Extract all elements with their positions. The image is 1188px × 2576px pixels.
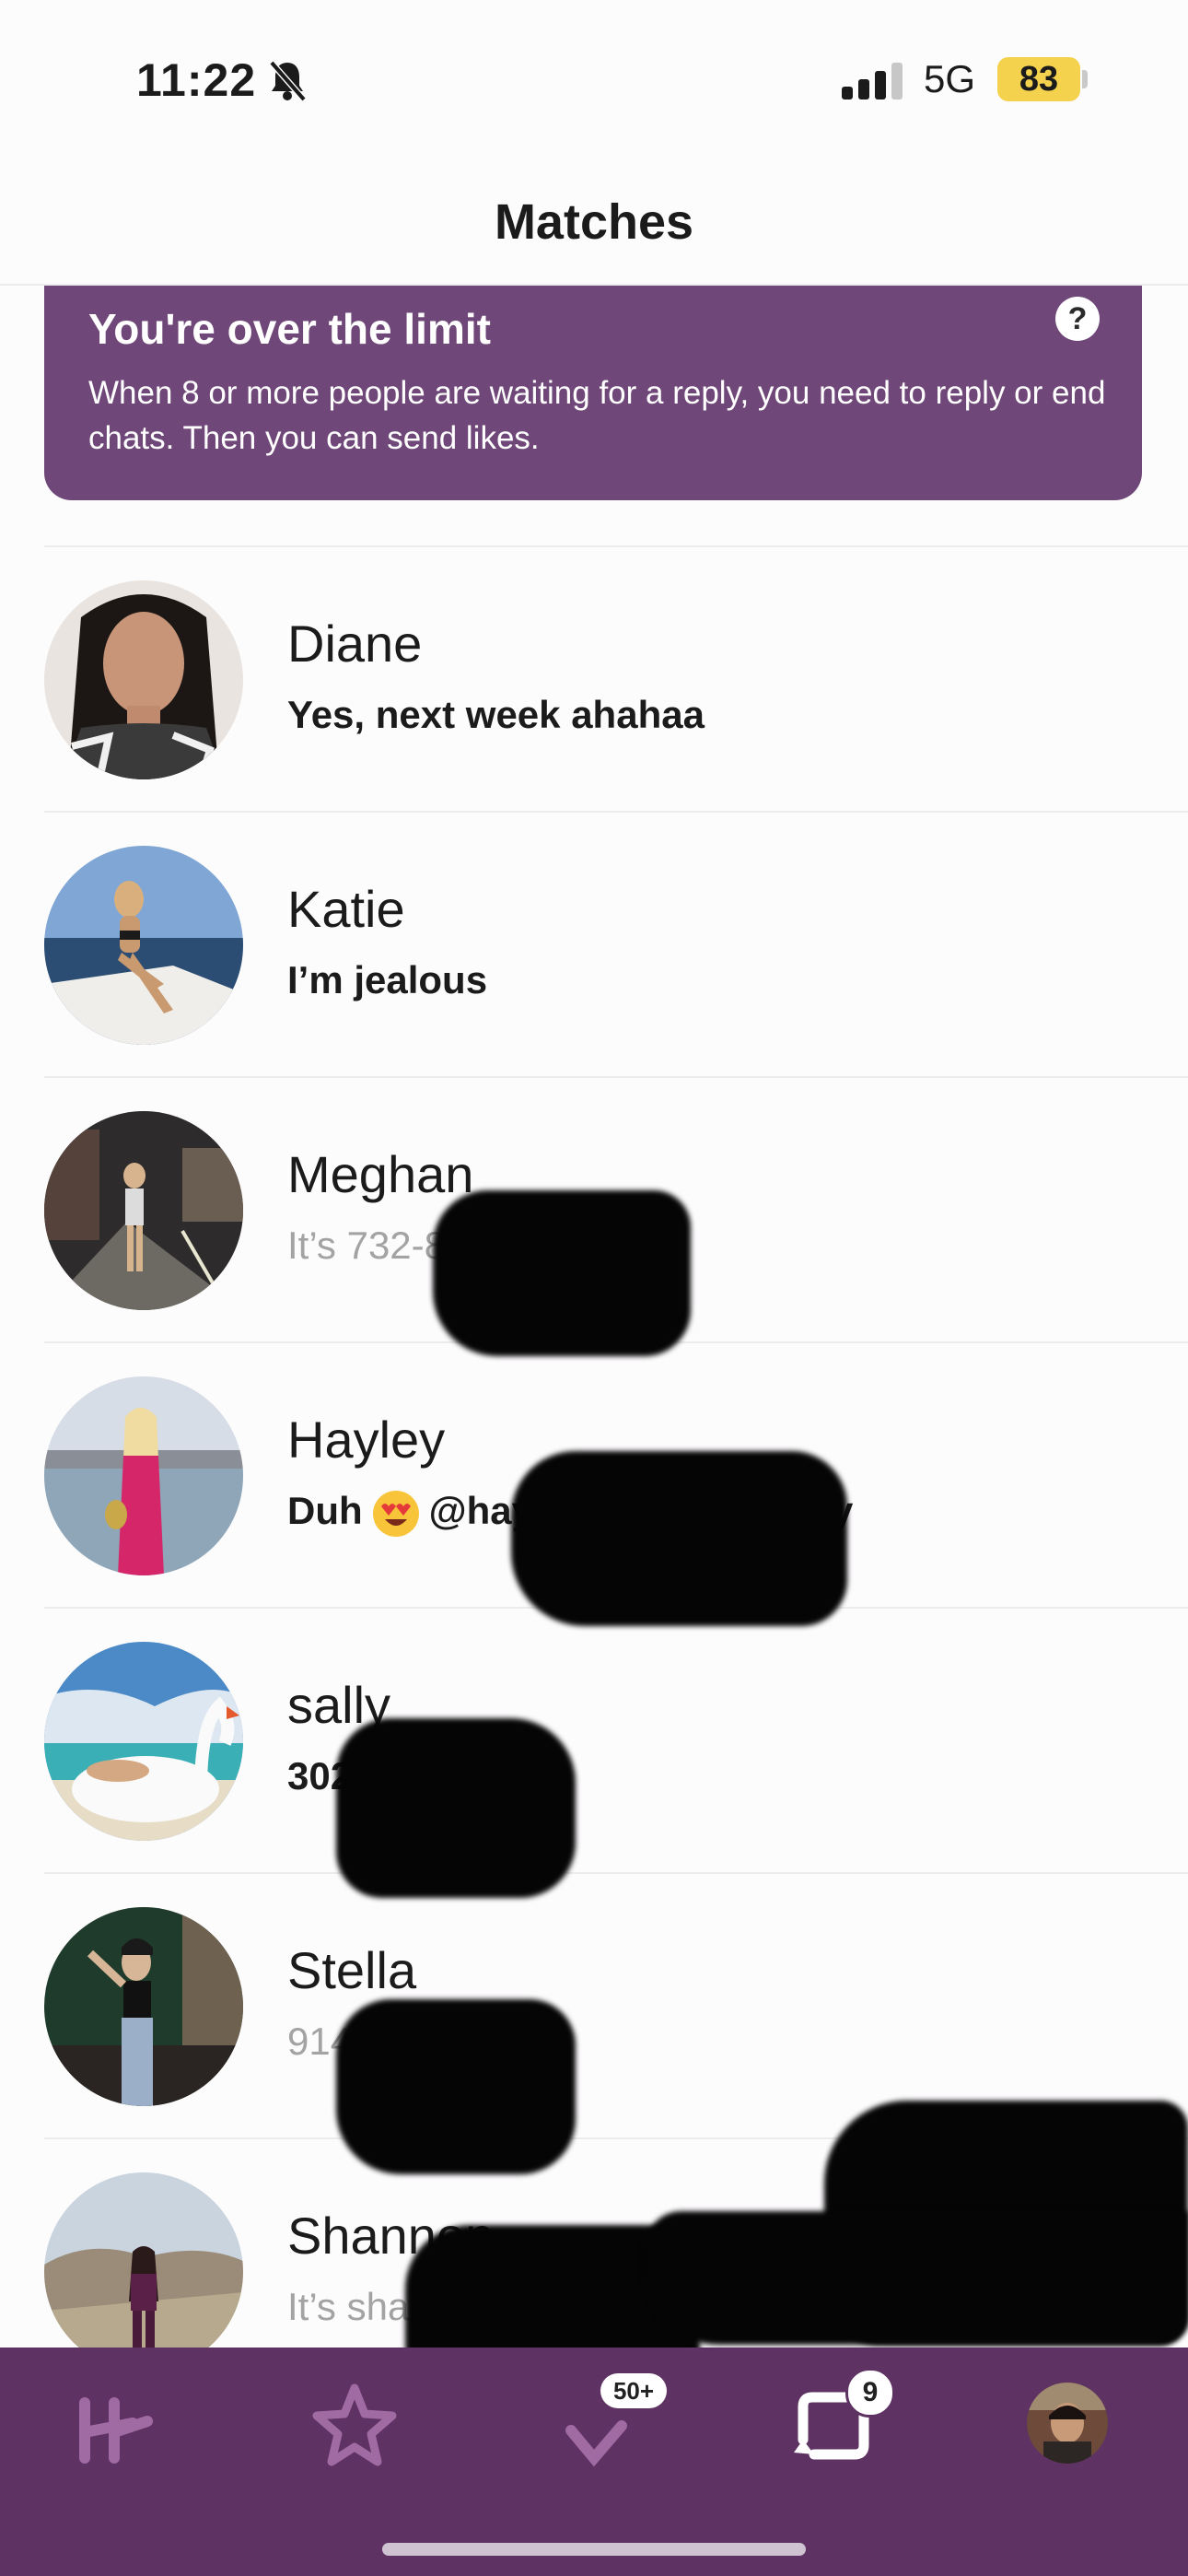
avatar[interactable]	[44, 580, 243, 779]
redaction-mark	[645, 2211, 1188, 2345]
match-row-sally[interactable]: sally 302	[44, 1607, 1188, 1874]
redaction-mark	[336, 1999, 576, 2174]
redaction-mark	[433, 1190, 691, 1356]
match-message: I’m jealous	[287, 958, 488, 1001]
avatar[interactable]	[44, 1907, 243, 2106]
match-name: Diane	[287, 615, 423, 673]
page-title: Matches	[494, 194, 694, 250]
battery-cap	[1082, 70, 1088, 88]
match-name: Katie	[287, 880, 405, 938]
battery-icon: 83	[997, 57, 1080, 101]
avatar[interactable]	[44, 846, 243, 1045]
match-row-diane[interactable]: Diane Yes, next week ahahaa	[44, 545, 1188, 813]
avatar[interactable]	[44, 1376, 243, 1575]
message-text: Duh	[287, 1489, 363, 1532]
match-row-katie[interactable]: Katie I’m jealous	[44, 811, 1188, 1078]
match-message: Yes, next week ahahaa	[287, 693, 705, 736]
star-icon	[312, 2383, 397, 2466]
match-name: Meghan	[287, 1145, 474, 1203]
header: Matches	[0, 157, 1188, 286]
match-name: Hayley	[287, 1411, 446, 1469]
profile-avatar[interactable]	[1027, 2383, 1108, 2464]
avatar[interactable]	[44, 1642, 243, 1841]
network-label: 5G	[924, 57, 976, 100]
tab-home[interactable]	[64, 2375, 166, 2476]
limit-banner: You're over the limit ? When 8 or more p…	[44, 286, 1142, 500]
signal-icon	[842, 63, 903, 100]
likes-badge: 50+	[600, 2373, 667, 2408]
help-icon[interactable]: ?	[1055, 297, 1100, 341]
match-message: Duh @hay	[287, 1489, 533, 1538]
status-time: 11:22	[136, 54, 257, 106]
heart-eyes-emoji-icon	[372, 1490, 419, 1537]
match-row-stella[interactable]: Stella 914	[44, 1872, 1188, 2139]
redaction-mark	[336, 1718, 576, 1898]
bell-muted-icon	[269, 60, 307, 101]
banner-text: When 8 or more people are waiting for a …	[88, 375, 1106, 456]
match-name: Stella	[287, 1941, 417, 1999]
home-indicator	[382, 2543, 806, 2556]
tab-standouts[interactable]	[304, 2375, 405, 2476]
status-bar: 11:22 5G 83	[0, 0, 1188, 157]
tab-bar: 50+ 9	[0, 2348, 1188, 2576]
matches-badge: 9	[845, 2368, 895, 2418]
banner-title: You're over the limit	[88, 305, 491, 353]
avatar[interactable]	[44, 2172, 243, 2371]
redaction-mark	[511, 1451, 847, 1626]
home-icon	[79, 2397, 153, 2464]
match-message: It’s 732-8	[287, 1224, 446, 1267]
avatar[interactable]	[44, 1111, 243, 1310]
